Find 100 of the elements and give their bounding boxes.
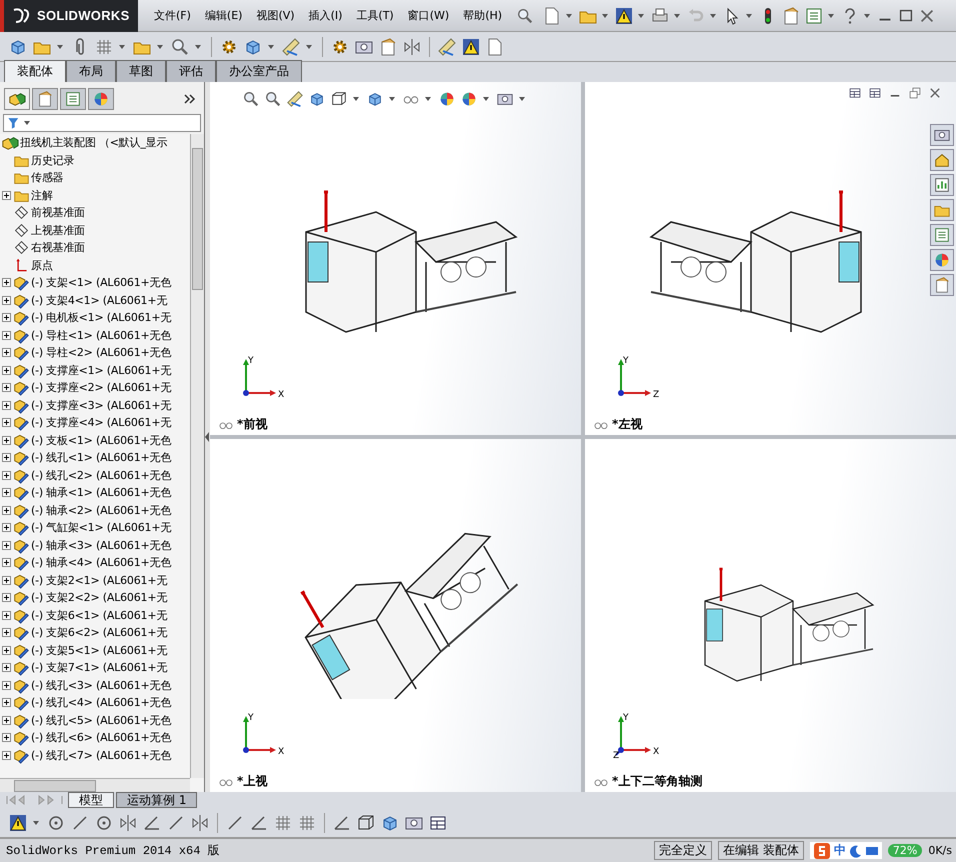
tree-item[interactable]: (-) 支架4<1> (AL6061+无 xyxy=(31,292,168,308)
expand-icon[interactable] xyxy=(2,190,11,200)
expand-icon[interactable] xyxy=(2,453,11,462)
caret-icon[interactable] xyxy=(602,14,608,18)
input-method-logo-icon[interactable] xyxy=(814,842,830,858)
expand-icon[interactable] xyxy=(2,436,11,445)
restore-icon[interactable] xyxy=(908,86,922,100)
bottom-tab[interactable]: 模型 xyxy=(68,792,114,808)
expand-icon[interactable] xyxy=(2,733,11,742)
expand-icon[interactable] xyxy=(2,383,11,392)
close-icon[interactable] xyxy=(928,86,942,100)
tree-item[interactable]: (-) 线孔<6> (AL6061+无色 xyxy=(31,730,172,746)
expand-icon[interactable] xyxy=(2,470,11,480)
tree-item[interactable]: (-) 线孔<7> (AL6061+无色 xyxy=(31,748,172,763)
cube-icon[interactable] xyxy=(308,90,326,108)
command-tab[interactable]: 办公室产品 xyxy=(216,60,302,82)
tree-item[interactable]: (-) 轴承<4> (AL6061+无色 xyxy=(31,555,172,570)
ruler-icon[interactable] xyxy=(286,90,304,108)
command-tab[interactable]: 草图 xyxy=(116,60,166,82)
tree-item[interactable]: 前视基准面 xyxy=(31,205,86,220)
tree-item[interactable]: (-) 支架6<1> (AL6061+无 xyxy=(31,608,168,623)
wireframe-box-icon[interactable] xyxy=(356,812,376,832)
caret-icon[interactable] xyxy=(306,44,312,48)
warning-icon[interactable] xyxy=(8,812,28,832)
warning-icon[interactable] xyxy=(614,6,634,26)
caret-icon[interactable] xyxy=(195,44,201,48)
expand-icon[interactable] xyxy=(2,296,11,305)
caret-icon[interactable] xyxy=(638,14,644,18)
command-tab[interactable]: 布局 xyxy=(66,60,116,82)
collapse-arrow-icon[interactable] xyxy=(205,432,210,442)
search-icon[interactable] xyxy=(242,90,260,108)
tree-item[interactable]: 历史记录 xyxy=(31,152,74,168)
mirror-icon[interactable] xyxy=(402,36,422,56)
expand-icon[interactable] xyxy=(2,646,11,655)
expand-icon[interactable] xyxy=(2,330,11,340)
menu-item[interactable]: 视图(V) xyxy=(256,8,295,23)
caret-icon[interactable] xyxy=(566,14,572,18)
caret-icon[interactable] xyxy=(389,97,395,101)
tree-item[interactable]: (-) 支架6<2> (AL6061+无 xyxy=(31,625,168,640)
tree-item[interactable]: (-) 支架2<1> (AL6061+无 xyxy=(31,572,168,588)
tree-item[interactable]: (-) 气缸架<1> (AL6061+无 xyxy=(31,520,172,536)
tree-item[interactable]: 传感器 xyxy=(31,170,64,186)
menu-item[interactable]: 窗口(W) xyxy=(408,8,450,23)
caret-icon[interactable] xyxy=(24,121,30,125)
tree-item[interactable]: 上视基准面 xyxy=(31,222,86,238)
caret-icon[interactable] xyxy=(119,44,125,48)
tree-item[interactable]: (-) 轴承<3> (AL6061+无色 xyxy=(31,538,172,553)
tree-item[interactable]: (-) 线孔<4> (AL6061+无色 xyxy=(31,695,172,710)
expand-icon[interactable] xyxy=(2,716,11,725)
expand-icon[interactable] xyxy=(2,576,11,585)
filter-field[interactable] xyxy=(3,114,201,132)
expand-icon[interactable] xyxy=(2,628,11,638)
caret-icon[interactable] xyxy=(353,97,359,101)
menu-item[interactable]: 文件(F) xyxy=(154,8,191,23)
expand-icon[interactable] xyxy=(2,558,11,568)
caret-icon[interactable] xyxy=(828,14,834,18)
menu-item[interactable]: 插入(I) xyxy=(308,8,342,23)
task-pane-tab[interactable] xyxy=(930,274,954,296)
command-tab[interactable]: 评估 xyxy=(166,60,216,82)
caret-icon[interactable] xyxy=(864,14,870,18)
search-icon[interactable] xyxy=(516,6,534,24)
expand-icon[interactable] xyxy=(2,593,11,602)
ruler-icon[interactable] xyxy=(281,36,301,56)
expand-icon[interactable] xyxy=(2,400,11,410)
cube-icon[interactable] xyxy=(366,90,384,108)
panel-tab[interactable] xyxy=(32,88,58,110)
tree-item[interactable]: (-) 支撑座<4> (AL6061+无 xyxy=(31,415,172,430)
bottom-tab[interactable]: 运动算例 1 xyxy=(116,792,198,808)
expand-icon[interactable] xyxy=(2,750,11,760)
expand-icon[interactable] xyxy=(2,366,11,375)
tree-item[interactable]: (-) 支架5<1> (AL6061+无 xyxy=(31,642,168,658)
panel-tab[interactable] xyxy=(60,88,86,110)
color-sphere-icon[interactable] xyxy=(438,90,456,108)
search-icon[interactable] xyxy=(170,36,190,56)
moon-icon[interactable] xyxy=(850,844,862,858)
expand-icon[interactable] xyxy=(2,418,11,428)
mirror-icon[interactable] xyxy=(118,812,138,832)
filter-icon[interactable] xyxy=(7,116,21,130)
tree-item[interactable]: (-) 导柱<2> (AL6061+无色 xyxy=(31,345,172,360)
expand-icon[interactable] xyxy=(2,278,11,288)
tree-item[interactable]: 注解 xyxy=(31,188,53,203)
caret-icon[interactable] xyxy=(57,44,63,48)
panel-tab[interactable] xyxy=(4,88,30,110)
task-pane-tab[interactable] xyxy=(930,224,954,246)
caret-icon[interactable] xyxy=(157,44,163,48)
command-tab[interactable]: 装配体 xyxy=(4,60,66,82)
expand-icon[interactable] xyxy=(2,313,11,322)
caret-icon[interactable] xyxy=(674,14,680,18)
caret-icon[interactable] xyxy=(425,97,431,101)
panel-tab[interactable] xyxy=(88,88,114,110)
expand-icon[interactable] xyxy=(2,680,11,690)
tree-item[interactable]: (-) 线孔<1> (AL6061+无色 xyxy=(31,450,172,466)
wireframe-box-icon[interactable] xyxy=(330,90,348,108)
ime-toolbar[interactable]: 中 xyxy=(810,842,882,859)
expand-icon[interactable] xyxy=(2,506,11,515)
warning-icon[interactable] xyxy=(461,36,481,56)
expand-icon[interactable] xyxy=(2,663,11,672)
tree-item[interactable]: (-) 支架7<1> (AL6061+无 xyxy=(31,660,168,676)
task-pane-tab[interactable] xyxy=(930,249,954,271)
tree-item[interactable]: (-) 线孔<2> (AL6061+无色 xyxy=(31,468,172,483)
